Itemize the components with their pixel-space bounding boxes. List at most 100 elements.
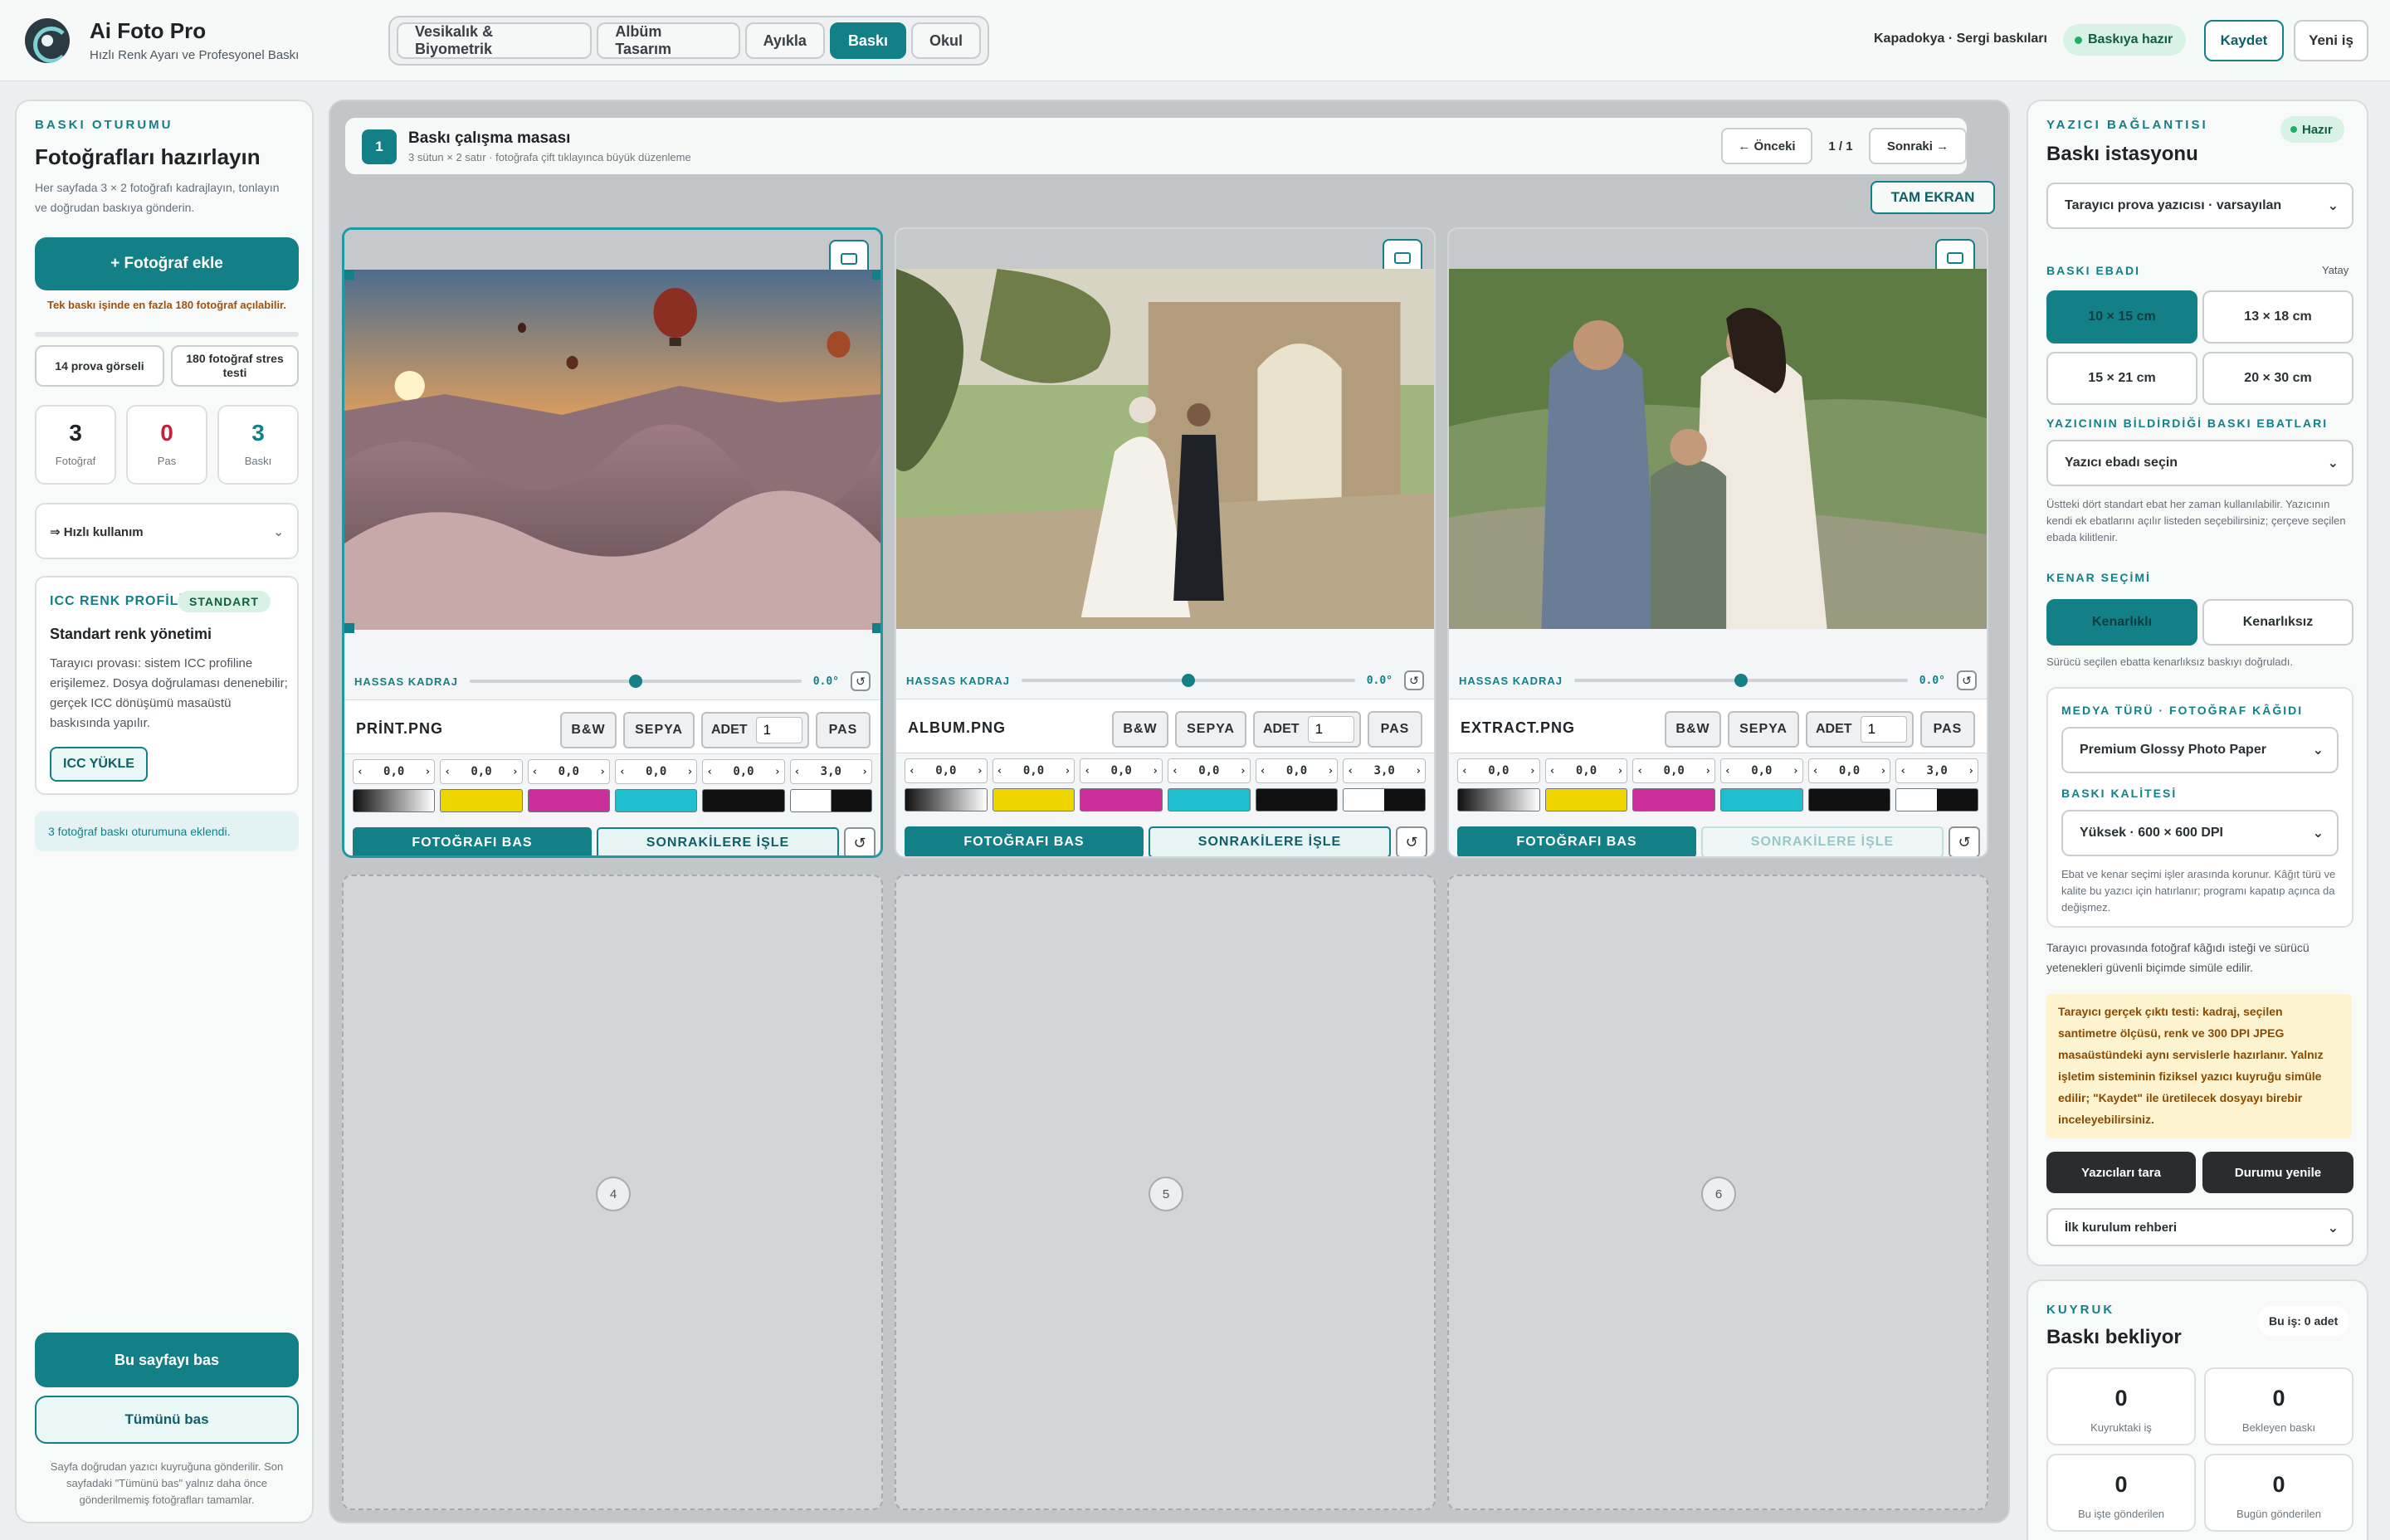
next-page-button[interactable]: Sonraki → — [1869, 128, 1967, 164]
tone-stepper[interactable]: ‹ 0,0 › — [1720, 758, 1803, 783]
tone-stepper[interactable]: ‹ 0,0 › — [992, 758, 1076, 783]
fullscreen-button[interactable]: TAM EKRAN — [1871, 181, 1995, 214]
reset-icon[interactable]: ↺ — [1949, 826, 1980, 856]
photo-preview[interactable] — [896, 269, 1434, 629]
tone-stepper[interactable]: ‹ 0,0 › — [1255, 758, 1339, 783]
print-photo-button[interactable]: FOTOĞRAFI BAS — [353, 827, 592, 855]
quality-select[interactable]: Yüksek · 600 × 600 DPI ⌄ — [2061, 810, 2339, 856]
crop-handle[interactable] — [872, 270, 880, 280]
borderless-button[interactable]: Kenarlıksız — [2202, 599, 2353, 646]
increase-icon[interactable]: › — [1328, 765, 1334, 777]
size-13x18-button[interactable]: 13 × 18 cm — [2202, 290, 2353, 344]
crop-slider[interactable] — [1021, 674, 1355, 687]
increase-icon[interactable]: › — [1529, 765, 1536, 777]
reset-rotation-icon[interactable]: ↺ — [851, 671, 871, 691]
decrease-icon[interactable]: ‹ — [1260, 765, 1266, 777]
pass-button[interactable]: PAS — [816, 712, 871, 748]
pass-button[interactable]: PAS — [1920, 711, 1975, 748]
tone-swatch[interactable] — [1720, 788, 1803, 811]
stress-test-button[interactable]: 180 fotoğraf stres testi — [171, 345, 299, 387]
increase-icon[interactable]: › — [1792, 765, 1799, 777]
decrease-icon[interactable]: ‹ — [1812, 765, 1819, 777]
size-20x30-button[interactable]: 20 × 30 cm — [2202, 352, 2353, 405]
print-page-button[interactable]: Bu sayfayı bas — [35, 1333, 299, 1387]
new-job-button[interactable]: Yeni iş — [2294, 20, 2368, 61]
tone-swatch[interactable] — [1457, 788, 1540, 811]
setup-guide-expander[interactable]: İlk kurulum rehberi ⌄ — [2046, 1208, 2353, 1246]
crop-slider[interactable] — [1573, 674, 1908, 687]
tone-stepper[interactable]: ‹ 0,0 › — [353, 759, 436, 784]
increase-icon[interactable]: › — [1705, 765, 1711, 777]
tone-stepper[interactable]: ‹ 0,0 › — [905, 758, 988, 783]
tone-stepper[interactable]: ‹ 0,0 › — [1632, 758, 1716, 783]
tab-baski[interactable]: Baskı — [829, 22, 906, 59]
tone-swatch[interactable] — [905, 788, 988, 811]
decrease-icon[interactable]: ‹ — [1900, 765, 1906, 777]
printer-select[interactable]: Tarayıcı prova yazıcısı · varsayılan ⌄ — [2046, 183, 2353, 229]
sepia-button[interactable]: SEPYA — [623, 712, 695, 748]
crop-slider[interactable] — [469, 675, 802, 688]
decrease-icon[interactable]: ‹ — [1549, 765, 1556, 777]
slider-handle[interactable] — [1181, 674, 1195, 687]
sepia-button[interactable]: SEPYA — [1175, 711, 1246, 748]
photo-card[interactable]: HASSAS KADRAJ 0.0° ↺ ALBUM.PNG B&W SEPYA… — [895, 227, 1436, 858]
pass-button[interactable]: PAS — [1368, 711, 1422, 748]
decrease-icon[interactable]: ‹ — [909, 765, 915, 777]
tone-swatch[interactable] — [702, 789, 785, 812]
decrease-icon[interactable]: ‹ — [1461, 765, 1468, 777]
increase-icon[interactable]: › — [1968, 765, 1974, 777]
scan-printers-button[interactable]: Yazıcıları tara — [2046, 1152, 2196, 1193]
decrease-icon[interactable]: ‹ — [1724, 765, 1731, 777]
decrease-icon[interactable]: ‹ — [357, 766, 363, 778]
tab-album[interactable]: Albüm Tasarım — [597, 22, 740, 59]
decrease-icon[interactable]: ‹ — [997, 765, 1003, 777]
tone-swatch[interactable] — [789, 789, 872, 812]
photo-card[interactable]: HASSAS KADRAJ 0.0° ↺ PRİNT.PNG B&W SEPYA… — [342, 227, 883, 858]
empty-slot[interactable]: 4 — [342, 875, 883, 1510]
decrease-icon[interactable]: ‹ — [1172, 765, 1178, 777]
tone-stepper[interactable]: ‹ 3,0 › — [1895, 758, 1979, 783]
print-all-button[interactable]: Tümünü bas — [35, 1396, 299, 1444]
tab-ayikla[interactable]: Ayıkla — [744, 22, 825, 59]
media-select[interactable]: Premium Glossy Photo Paper ⌄ — [2061, 727, 2339, 773]
apply-to-next-button[interactable]: SONRAKİLERE İŞLE — [597, 827, 839, 855]
quick-use-expander[interactable]: ⇒ Hızlı kullanım ⌄ — [35, 503, 299, 559]
decrease-icon[interactable]: ‹ — [1084, 765, 1090, 777]
tone-stepper[interactable]: ‹ 0,0 › — [614, 759, 698, 784]
tone-stepper[interactable]: ‹ 0,0 › — [702, 759, 785, 784]
bordered-button[interactable]: Kenarlıklı — [2046, 599, 2197, 646]
tone-swatch[interactable] — [440, 789, 523, 812]
prev-page-button[interactable]: ← Önceki — [1721, 128, 1812, 164]
tone-swatch[interactable] — [1168, 788, 1251, 811]
quantity-input[interactable] — [1307, 716, 1354, 743]
tone-stepper[interactable]: ‹ 0,0 › — [1544, 758, 1628, 783]
refresh-status-button[interactable]: Durumu yenile — [2202, 1152, 2353, 1193]
tone-swatch[interactable] — [1807, 788, 1891, 811]
increase-icon[interactable]: › — [861, 766, 868, 778]
tone-swatch[interactable] — [1632, 788, 1716, 811]
tone-swatch[interactable] — [527, 789, 610, 812]
increase-icon[interactable]: › — [686, 766, 693, 778]
bw-button[interactable]: B&W — [1112, 711, 1168, 748]
increase-icon[interactable]: › — [774, 766, 781, 778]
tone-stepper[interactable]: ‹ 3,0 › — [1343, 758, 1427, 783]
print-photo-button[interactable]: FOTOĞRAFI BAS — [905, 826, 1144, 856]
tone-swatch[interactable] — [614, 789, 698, 812]
print-photo-button[interactable]: FOTOĞRAFI BAS — [1457, 826, 1696, 856]
photo-preview[interactable] — [344, 270, 880, 630]
tone-swatch[interactable] — [1343, 788, 1427, 811]
increase-icon[interactable]: › — [1152, 765, 1158, 777]
tone-stepper[interactable]: ‹ 0,0 › — [1807, 758, 1891, 783]
tone-swatch[interactable] — [1544, 788, 1628, 811]
bw-button[interactable]: B&W — [560, 712, 617, 748]
tone-swatch[interactable] — [353, 789, 436, 812]
tone-swatch[interactable] — [1895, 788, 1979, 811]
save-button[interactable]: Kaydet — [2204, 20, 2284, 61]
tone-stepper[interactable]: ‹ 0,0 › — [527, 759, 610, 784]
empty-slot[interactable]: 5 — [895, 875, 1436, 1510]
tone-stepper[interactable]: ‹ 0,0 › — [1080, 758, 1163, 783]
tone-stepper[interactable]: ‹ 0,0 › — [440, 759, 523, 784]
reset-icon[interactable]: ↺ — [844, 827, 876, 855]
crop-handle[interactable] — [344, 623, 354, 633]
tone-stepper[interactable]: ‹ 0,0 › — [1457, 758, 1540, 783]
